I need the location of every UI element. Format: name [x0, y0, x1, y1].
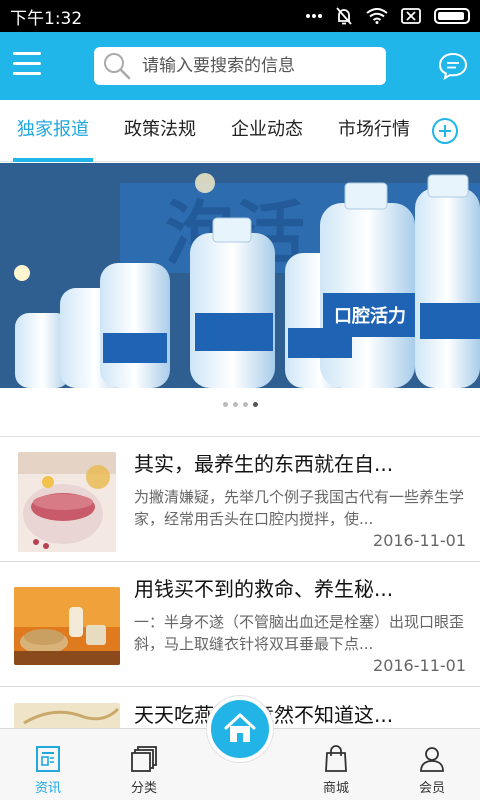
tab-exclusive-report[interactable]: 独家报道: [13, 100, 93, 162]
status-time: 下午1:32: [10, 8, 83, 29]
divider: [0, 436, 480, 437]
wifi-icon: [366, 8, 388, 24]
nav-item-news[interactable]: 资讯: [0, 729, 96, 800]
news-summary: 为撇清嫌疑，先举几个例子我国古代有一些养生学家，经常用舌头在口腔内搅拌，使...: [134, 488, 464, 528]
news-date: 2016-11-01: [373, 656, 466, 675]
plus-circle-icon[interactable]: [432, 118, 458, 144]
chat-bubble-icon[interactable]: [438, 51, 468, 81]
tab-policy-regulations[interactable]: 政策法规: [122, 100, 198, 162]
carousel-dot[interactable]: [222, 402, 228, 407]
home-button[interactable]: [207, 696, 273, 762]
no-sim-icon: [401, 8, 421, 24]
carousel-dot-active[interactable]: [252, 402, 258, 407]
status-bar: 下午1:32: [0, 0, 480, 32]
battery-icon: [434, 8, 470, 24]
carousel-dot[interactable]: [242, 402, 248, 407]
news-thumbnail: [18, 452, 116, 552]
hamburger-menu-icon[interactable]: [13, 52, 41, 78]
notifications-off-icon: [336, 7, 352, 25]
news-title: 用钱买不到的救命、养生秘...: [134, 577, 394, 601]
tab-company-news[interactable]: 企业动态: [229, 100, 305, 162]
search-icon: [104, 53, 131, 80]
more-dots-icon: [306, 14, 322, 18]
nav-item-member[interactable]: 会员: [384, 729, 480, 800]
app-header: [0, 32, 480, 100]
banner-image: 泡活 口腔活力: [0, 163, 480, 388]
nav-item-mall[interactable]: 商城: [288, 729, 384, 800]
user-icon: [420, 747, 444, 772]
nav-label: 会员: [418, 781, 445, 796]
home-icon: [224, 713, 256, 742]
carousel-indicator: [0, 402, 480, 416]
tab-market-trends[interactable]: 市场行情: [336, 100, 412, 162]
news-item[interactable]: 用钱买不到的救命、养生秘... 一：半身不遂（不管脑出血还是栓塞）出现口眼歪斜，…: [0, 563, 480, 687]
search-input[interactable]: [142, 49, 386, 83]
news-summary: 一：半身不遂（不管脑出血还是栓塞）出现口眼歪斜，马上取缝衣针将双耳垂最下点...: [134, 613, 464, 653]
category-tabs: 独家报道 政策法规 企业动态 市场行情: [0, 100, 480, 162]
banner-carousel[interactable]: 泡活 口腔活力: [0, 163, 480, 388]
carousel-dot[interactable]: [232, 402, 238, 407]
shopping-bag-icon: [325, 745, 347, 772]
nav-label: 商城: [322, 781, 349, 796]
nav-label: 资讯: [34, 781, 61, 796]
bottle-label: 口腔活力: [334, 305, 406, 327]
search-box[interactable]: [94, 47, 386, 85]
nav-label: 分类: [130, 781, 157, 796]
news-date: 2016-11-01: [373, 531, 466, 550]
news-item[interactable]: 其实，最养生的东西就在自... 为撇清嫌疑，先举几个例子我国古代有一些养生学家，…: [0, 438, 480, 562]
news-icon: [36, 746, 60, 772]
news-title: 天天吃燕麦，竟然不知道这...: [134, 699, 434, 728]
nav-item-category[interactable]: 分类: [96, 729, 192, 800]
status-icons: [306, 6, 470, 26]
news-title: 其实，最养生的东西就在自...: [134, 452, 394, 476]
news-thumbnail: [14, 703, 120, 729]
category-icon: [131, 746, 157, 772]
news-thumbnail: [14, 587, 120, 665]
